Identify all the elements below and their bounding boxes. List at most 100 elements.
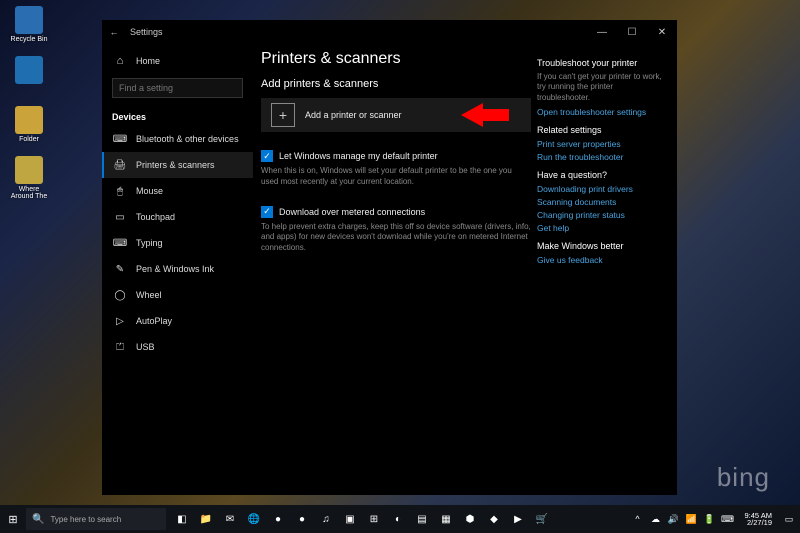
volume-icon[interactable]: 🔊 [666,514,680,525]
music-icon[interactable]: ♫ [316,509,336,529]
link-help[interactable]: Scanning documents [537,197,667,207]
app-icon[interactable]: ◆ [484,509,504,529]
taskview-icon[interactable]: ◧ [172,509,192,529]
option-description: When this is on, Windows will set your d… [261,166,531,188]
rc-heading: Related settings [537,125,667,135]
bluetooth-icon: ⌨ [112,134,128,145]
store-icon[interactable]: 🛒 [532,509,552,529]
app-icon [15,56,43,84]
cortana-icon[interactable]: ◐ [388,509,408,529]
link-help[interactable]: Downloading print drivers [537,184,667,194]
taskbar-apps: ◧ 📁 ✉ 🌐 ● ● ♫ ▣ ⊞ ◐ ▤ ▦ ⬢ ◆ ▶ 🛒 [172,509,552,529]
search-input[interactable] [112,78,243,98]
sidebar-item-mouse[interactable]: 🖱 Mouse [102,178,253,204]
main-area: Printers & scanners Add printers & scann… [253,44,677,495]
sidebar-item-autoplay[interactable]: ▷ AutoPlay [102,308,253,334]
link-run-troubleshooter[interactable]: Run the troubleshooter [537,152,667,162]
tray-overflow-icon[interactable]: ^ [630,514,644,524]
checkbox-label: Download over metered connections [279,207,425,217]
app-icon[interactable]: ⬢ [460,509,480,529]
app-icon[interactable]: ▤ [412,509,432,529]
add-printer-button[interactable]: + Add a printer or scanner [261,98,531,132]
link-print-server[interactable]: Print server properties [537,139,667,149]
home-icon: ⌂ [112,55,128,67]
app-icon[interactable]: ● [268,509,288,529]
rc-desc: If you can't get your printer to work, t… [537,72,667,103]
mouse-icon: 🖱 [112,186,128,197]
close-button[interactable]: ✕ [647,27,677,38]
desktop-icon-label: Recycle Bin [11,36,48,43]
desktop-icon-app[interactable] [8,56,50,86]
link-feedback[interactable]: Give us feedback [537,255,667,265]
explorer-icon[interactable]: 📁 [196,509,216,529]
sidebar-item-printers[interactable]: 🖨 Printers & scanners [102,152,253,178]
checkbox-checked-icon: ✓ [261,150,273,162]
battery-icon[interactable]: 🔋 [702,514,716,525]
wifi-icon[interactable]: 📶 [684,514,698,525]
sidebar-item-pen[interactable]: ✎Pen & Windows Ink [102,256,253,282]
option-default-printer: ✓ Let Windows manage my default printer … [261,150,531,188]
sidebar-item-usb[interactable]: ⏍USB [102,334,253,360]
right-column: Troubleshoot your printer If you can't g… [537,50,677,495]
search-placeholder: Type here to search [50,515,121,524]
checkbox-row[interactable]: ✓ Download over metered connections [261,206,531,218]
app-icon[interactable]: ● [292,509,312,529]
checkbox-row[interactable]: ✓ Let Windows manage my default printer [261,150,531,162]
action-center-icon[interactable]: ▭ [782,514,796,525]
content: Printers & scanners Add printers & scann… [261,50,537,495]
onedrive-icon[interactable]: ☁ [648,514,662,525]
checkbox-label: Let Windows manage my default printer [279,151,438,161]
link-help[interactable]: Get help [537,223,667,233]
autoplay-icon: ▷ [112,316,128,327]
sidebar: ⌂ Home Devices ⌨ Bluetooth & other device… [102,44,253,495]
xbox-icon[interactable]: ⊞ [364,509,384,529]
maximize-button[interactable]: ☐ [617,27,647,38]
sidebar-item-label: Bluetooth & other devices [136,134,239,144]
rc-heading: Have a question? [537,170,667,180]
printer-icon: 🖨 [112,160,128,171]
desktop-icon-folder[interactable]: Folder [8,106,50,143]
back-button[interactable]: ← [102,27,126,37]
taskbar-search[interactable]: 🔍 Type here to search [26,508,166,530]
sidebar-item-wheel[interactable]: ◯Wheel [102,282,253,308]
link-open-troubleshooter[interactable]: Open troubleshooter settings [537,107,667,117]
desktop-icon-recycle-bin[interactable]: Recycle Bin [8,6,50,43]
annotation-arrow [461,98,509,132]
sidebar-item-label: Printers & scanners [136,160,215,170]
taskbar: ⊞ 🔍 Type here to search ◧ 📁 ✉ 🌐 ● ● ♫ ▣ … [0,505,800,533]
sidebar-item-bluetooth[interactable]: ⌨ Bluetooth & other devices [102,126,253,152]
bing-watermark: bing [717,462,770,493]
sidebar-item-label: Pen & Windows Ink [136,264,214,274]
app-icon[interactable]: ▣ [340,509,360,529]
option-metered: ✓ Download over metered connections To h… [261,206,531,254]
wheel-icon: ◯ [112,290,128,301]
taskbar-clock[interactable]: 9:45 AM 2/27/19 [738,512,778,527]
sidebar-item-label: Typing [136,238,163,248]
minimize-button[interactable]: — [587,27,617,38]
sidebar-item-label: Mouse [136,186,163,196]
sidebar-item-typing[interactable]: ⌨ Typing [102,230,253,256]
usb-icon: ⏍ [112,342,128,353]
sidebar-item-label: Home [136,56,160,66]
edge-icon[interactable]: 🌐 [244,509,264,529]
folder-icon [15,106,43,134]
sidebar-item-label: AutoPlay [136,316,172,326]
desktop-icon-folder-2[interactable]: Where Around The [8,156,50,200]
recycle-bin-icon [15,6,43,34]
sidebar-section-header: Devices [102,106,253,126]
typing-icon: ⌨ [112,238,128,249]
add-printer-label: Add a printer or scanner [305,110,402,120]
ime-icon[interactable]: ⌨ [720,514,734,525]
checkbox-checked-icon: ✓ [261,206,273,218]
folder-icon [15,156,43,184]
sidebar-search [112,78,243,98]
start-button[interactable]: ⊞ [0,513,26,526]
option-description: To help prevent extra charges, keep this… [261,222,531,254]
app-icon[interactable]: ▶ [508,509,528,529]
sidebar-item-touchpad[interactable]: ▭Touchpad [102,204,253,230]
sidebar-home[interactable]: ⌂ Home [102,48,253,74]
calc-icon[interactable]: ▦ [436,509,456,529]
search-icon: 🔍 [32,514,44,525]
mail-icon[interactable]: ✉ [220,509,240,529]
link-help[interactable]: Changing printer status [537,210,667,220]
